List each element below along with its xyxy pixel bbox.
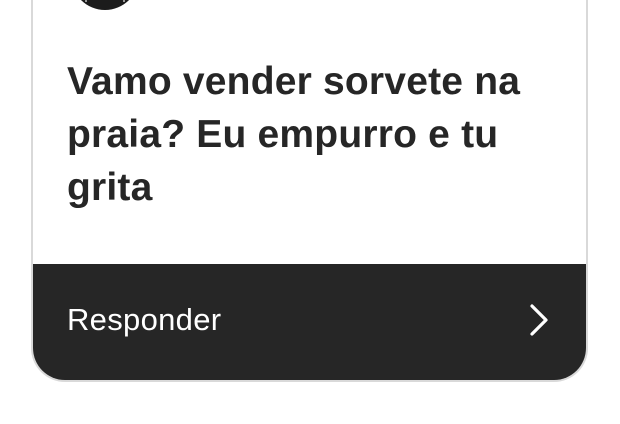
reply-button[interactable]: Responder	[33, 264, 586, 380]
profile-avatar-icon[interactable]	[71, 0, 139, 10]
question-card: Vamo vender sorvete na praia? Eu empurro…	[31, 0, 588, 382]
question-text: Vamo vender sorvete na praia? Eu empurro…	[67, 60, 521, 209]
reply-button-label: Responder	[67, 302, 222, 337]
avatar-image	[85, 0, 125, 2]
page: Vamo vender sorvete na praia? Eu empurro…	[0, 0, 620, 424]
chevron-right-icon	[530, 304, 548, 336]
